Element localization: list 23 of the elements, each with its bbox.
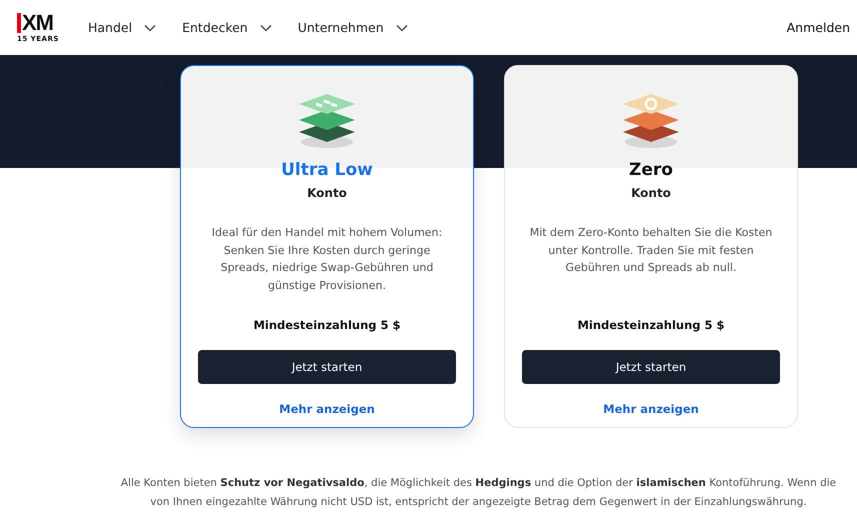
footnote-text: Alle Konten bieten Schutz vor Negativsaldo, die Möglichkeit des Hedgings und die Option der islamischen Kontoführung. Wenn die von Ihnen eingezahlte Währung nicht USD ist, entspricht der angezeigte Betrag dem Gegenwert in der Einzahlungswährung. — [120, 476, 837, 510]
nav-menu-item[interactable]: Handel — [88, 20, 156, 35]
minimum-deposit: Mindesteinzahlung 5 $ — [253, 318, 401, 332]
account-card[interactable]: Zero Konto Mit dem Zero-Konto behalten Sie die Kosten unter Kontrolle. Traden Sie mit festen Gebühren und Spreads ab null. Mindesteinzahlung 5 $ Jetzt starten Mehr anzeigen — [504, 65, 798, 428]
more-link[interactable]: Mehr anzeigen — [603, 402, 699, 416]
minimum-deposit: Mindesteinzahlung 5 $ — [577, 318, 725, 332]
start-button[interactable]: Jetzt starten — [522, 350, 780, 384]
chevron-down-icon — [396, 24, 408, 32]
logo-mark: XM — [17, 12, 53, 32]
card-description: Mit dem Zero-Konto behalten Sie die Kosten unter Kontrolle. Traden Sie mit festen Gebühren und Spreads ab null. — [528, 225, 774, 276]
card-title: Zero — [629, 160, 673, 180]
chevron-down-icon — [144, 24, 156, 32]
card-subtitle: Konto — [631, 186, 671, 200]
card-subtitle: Konto — [307, 186, 347, 200]
nav-menu-item[interactable]: Entdecken — [182, 20, 272, 35]
card-title: Ultra Low — [281, 160, 373, 180]
card-description: Ideal für den Handel mit hohem Volumen: Senken Sie Ihre Kosten durch geringe Spreads, niedrige Swap-Gebühren und günstige Provisionen. — [210, 225, 444, 294]
more-link[interactable]: Mehr anzeigen — [279, 402, 375, 416]
login-link[interactable]: Anmelden — [786, 20, 850, 35]
chevron-down-icon — [260, 24, 272, 32]
nav-menu-item[interactable]: Unternehmen — [298, 20, 408, 35]
account-card[interactable]: Ultra Low Konto Ideal für den Handel mit hohem Volumen: Senken Sie Ihre Kosten durch geringe Spreads, niedrige Swap-Gebühren und günstige Provisionen. Mindesteinzahlung 5 $ Jetzt starten Mehr anzeigen — [180, 65, 474, 428]
start-button[interactable]: Jetzt starten — [198, 350, 456, 384]
